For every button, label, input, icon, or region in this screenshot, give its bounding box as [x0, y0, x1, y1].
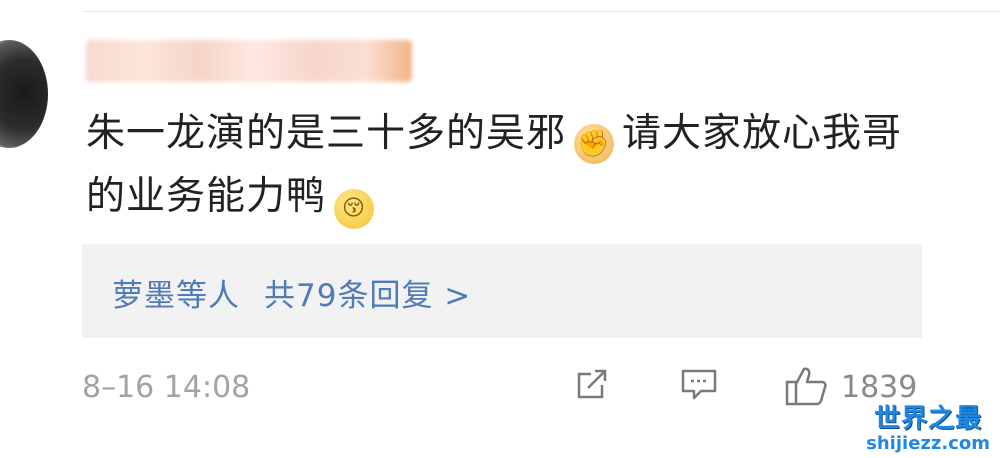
reply-count-link[interactable]: 共79条回复 > — [264, 278, 471, 314]
timestamp: 8–16 14:08 — [82, 370, 251, 405]
blurred-username[interactable] — [86, 40, 412, 82]
watermark-logo: 世界之最 shijiezz.com — [866, 398, 990, 454]
like-thumb-icon[interactable] — [784, 364, 830, 412]
avatar[interactable] — [0, 40, 48, 148]
kissing-emoji-icon: 😚 — [334, 189, 375, 229]
watermark-title: 世界之最 — [874, 404, 983, 434]
reply-users[interactable]: 萝墨等人 — [112, 278, 240, 314]
comment-footer: 8–16 14:08 1839 — [0, 360, 1000, 420]
comment-text: 朱一龙演的是三十多的吴邪 ✊ 请大家放心我哥的业务能力鸭 😚 — [86, 102, 936, 229]
top-divider — [82, 11, 1000, 12]
fist-emoji-icon: ✊ — [574, 124, 615, 164]
comment-icon[interactable] — [679, 364, 719, 408]
share-icon[interactable] — [572, 364, 612, 408]
comment-text-part1: 朱一龙演的是三十多的吴邪 — [86, 111, 567, 156]
watermark-url: shijiezz.com — [866, 433, 990, 454]
replies-box[interactable]: 萝墨等人 共79条回复 > — [82, 244, 922, 338]
